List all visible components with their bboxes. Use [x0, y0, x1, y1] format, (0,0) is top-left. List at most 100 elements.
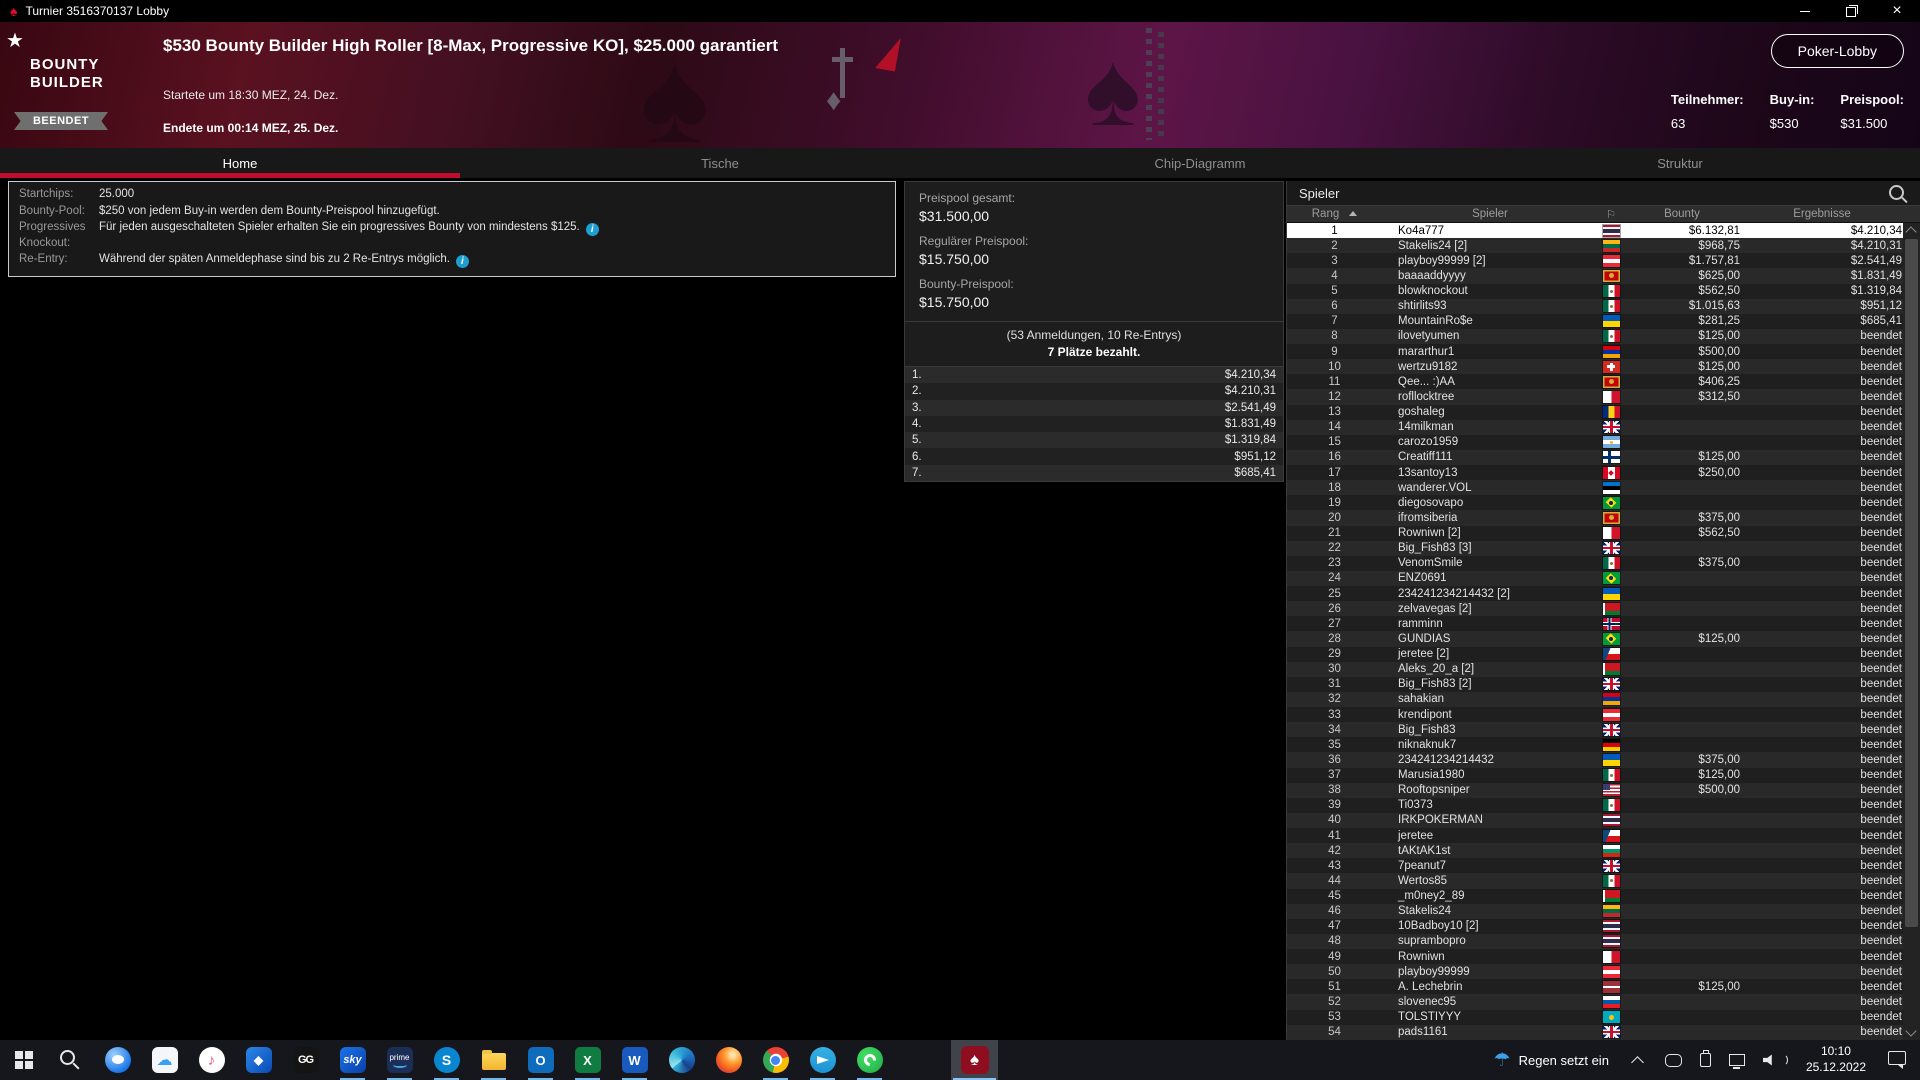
- player-row[interactable]: 20 ifromsiberia $375,00 beendet: [1287, 510, 1903, 526]
- player-row[interactable]: 32 sahakian beendet: [1287, 691, 1903, 707]
- icloud-taskbar-icon[interactable]: ☁: [141, 1040, 188, 1080]
- close-button[interactable]: ×: [1874, 0, 1920, 22]
- scrollbar-thumb[interactable]: [1905, 239, 1918, 927]
- search-icon[interactable]: [1889, 185, 1904, 200]
- column-results[interactable]: Ergebnisse: [1740, 208, 1904, 220]
- player-row[interactable]: 35 niknaknuk7 beendet: [1287, 737, 1903, 753]
- tab-tische[interactable]: Tische: [480, 148, 960, 178]
- tab-chip-diagramm[interactable]: Chip-Diagramm: [960, 148, 1440, 178]
- ggpoker-taskbar-icon[interactable]: GG: [282, 1040, 329, 1080]
- player-row[interactable]: 30 Aleks_20_a [2] beendet: [1287, 661, 1903, 677]
- player-row[interactable]: 34 Big_Fish83 beendet: [1287, 722, 1903, 738]
- file-explorer-taskbar-icon[interactable]: [470, 1040, 517, 1080]
- itunes-taskbar-icon[interactable]: ♪: [188, 1040, 235, 1080]
- skype-taskbar-icon[interactable]: S: [423, 1040, 470, 1080]
- player-row[interactable]: 52 slovenec95 beendet: [1287, 994, 1903, 1010]
- player-row[interactable]: 19 diegosovapo beendet: [1287, 495, 1903, 511]
- player-row[interactable]: 10 wertzu9182 $125,00 beendet: [1287, 359, 1903, 375]
- notification-center-icon[interactable]: [1888, 1051, 1906, 1069]
- minimize-button[interactable]: [1782, 0, 1828, 22]
- tray-app-icon[interactable]: [1664, 1053, 1682, 1067]
- players-table-header[interactable]: Rang Spieler ⚐ Bounty Ergebnisse: [1287, 205, 1920, 223]
- info-icon[interactable]: i: [455, 255, 469, 268]
- weather-text[interactable]: Regen setzt ein: [1519, 1053, 1609, 1068]
- player-row[interactable]: 22 Big_Fish83 [3] beendet: [1287, 540, 1903, 556]
- scroll-down-icon[interactable]: [1905, 1025, 1917, 1037]
- telegram-taskbar-icon[interactable]: [799, 1040, 846, 1080]
- player-row[interactable]: 5 blowknockout $562,50 $1.319,84: [1287, 283, 1903, 299]
- player-row[interactable]: 47 10Badboy10 [2] beendet: [1287, 918, 1903, 934]
- player-row[interactable]: 8 ilovetyumen $125,00 beendet: [1287, 328, 1903, 344]
- player-row[interactable]: 50 playboy99999 beendet: [1287, 964, 1903, 980]
- chrome-taskbar-icon[interactable]: [752, 1040, 799, 1080]
- volume-icon[interactable]: [1762, 1054, 1772, 1066]
- player-row[interactable]: 2 Stakelis24 [2] $968,75 $4.210,31: [1287, 238, 1903, 254]
- player-row[interactable]: 11 Qee... :)AA $406,25 beendet: [1287, 374, 1903, 390]
- search-taskbar-icon[interactable]: [47, 1040, 94, 1080]
- excel-taskbar-icon[interactable]: X: [564, 1040, 611, 1080]
- whatsapp-taskbar-icon[interactable]: [846, 1040, 893, 1080]
- player-row[interactable]: 4 baaaaddyyyy $625,00 $1.831,49: [1287, 268, 1903, 284]
- column-player[interactable]: Spieler: [1382, 208, 1598, 220]
- player-row[interactable]: 23 VenomSmile $375,00 beendet: [1287, 555, 1903, 571]
- player-row[interactable]: 28 GUNDIAS $125,00 beendet: [1287, 631, 1903, 647]
- player-row[interactable]: 40 IRKPOKERMAN beendet: [1287, 812, 1903, 828]
- pokerstars-taskbar-icon[interactable]: ♠: [951, 1040, 998, 1080]
- player-row[interactable]: 46 Stakelis24 beendet: [1287, 903, 1903, 919]
- column-bounty[interactable]: Bounty: [1624, 208, 1740, 220]
- player-row[interactable]: 45 _m0ney2_89 beendet: [1287, 888, 1903, 904]
- player-row[interactable]: 6 shtirlits93 $1.015,63 $951,12: [1287, 298, 1903, 314]
- player-row[interactable]: 15 carozo1959 beendet: [1287, 434, 1903, 450]
- player-row[interactable]: 33 krendipont beendet: [1287, 707, 1903, 723]
- restore-button[interactable]: [1828, 0, 1874, 22]
- player-row[interactable]: 36 234241234214432 $375,00 beendet: [1287, 752, 1903, 768]
- player-row[interactable]: 53 TOLSTIYYY beendet: [1287, 1009, 1903, 1025]
- messages-taskbar-icon[interactable]: [94, 1040, 141, 1080]
- player-row[interactable]: 3 playboy99999 [2] $1.757,81 $2.541,49: [1287, 253, 1903, 269]
- clock[interactable]: 10:10 25.12.2022: [1806, 1044, 1866, 1075]
- player-row[interactable]: 49 Rowniwn beendet: [1287, 949, 1903, 965]
- favorite-star-icon[interactable]: ★: [6, 28, 24, 53]
- outlook-taskbar-icon[interactable]: O: [517, 1040, 564, 1080]
- player-row[interactable]: 18 wanderer.VOL beendet: [1287, 480, 1903, 496]
- player-row[interactable]: 38 Rooftopsniper $500,00 beendet: [1287, 782, 1903, 798]
- column-rank[interactable]: Rang: [1287, 208, 1382, 220]
- player-row[interactable]: 7 MountainRo$e $281,25 $685,41: [1287, 313, 1903, 329]
- player-row[interactable]: 44 Wertos85 beendet: [1287, 873, 1903, 889]
- poker-lobby-button[interactable]: Poker-Lobby: [1770, 34, 1904, 68]
- player-row[interactable]: 16 Creatiff111 $125,00 beendet: [1287, 449, 1903, 465]
- prime-video-taskbar-icon[interactable]: prime: [376, 1040, 423, 1080]
- usb-icon[interactable]: [1699, 1050, 1711, 1067]
- player-row[interactable]: 27 ramminn beendet: [1287, 616, 1903, 632]
- player-row[interactable]: 21 Rowniwn [2] $562,50 beendet: [1287, 525, 1903, 541]
- player-row[interactable]: 1 Ko4a777 $6.132,81 $4.210,34: [1287, 223, 1903, 239]
- player-row[interactable]: 12 rofllocktree $312,50 beendet: [1287, 389, 1903, 405]
- players-scrollbar[interactable]: [1903, 223, 1920, 1040]
- firefox-taskbar-icon[interactable]: [705, 1040, 752, 1080]
- flag-column-icon[interactable]: ⚐: [1598, 208, 1624, 221]
- sky-taskbar-icon[interactable]: sky: [329, 1040, 376, 1080]
- player-row[interactable]: 54 pads1161 beendet: [1287, 1024, 1903, 1040]
- player-row[interactable]: 48 suprambopro beendet: [1287, 933, 1903, 949]
- start-taskbar-icon[interactable]: [0, 1040, 47, 1080]
- player-row[interactable]: 41 jeretee beendet: [1287, 828, 1903, 844]
- weather-umbrella-icon[interactable]: ☂: [1494, 1049, 1511, 1072]
- player-row[interactable]: 31 Big_Fish83 [2] beendet: [1287, 676, 1903, 692]
- player-row[interactable]: 26 zelvavegas [2] beendet: [1287, 601, 1903, 617]
- scroll-up-icon[interactable]: [1905, 226, 1917, 238]
- word-taskbar-icon[interactable]: W: [611, 1040, 658, 1080]
- player-row[interactable]: 24 ENZ0691 beendet: [1287, 570, 1903, 586]
- player-row[interactable]: 13 goshaleg beendet: [1287, 404, 1903, 420]
- player-row[interactable]: 43 7peanut7 beendet: [1287, 858, 1903, 874]
- player-row[interactable]: 29 jeretee [2] beendet: [1287, 646, 1903, 662]
- edge-taskbar-icon[interactable]: [658, 1040, 705, 1080]
- player-row[interactable]: 42 tAKtAK1st beendet: [1287, 843, 1903, 859]
- tray-expand-icon[interactable]: [1631, 1055, 1644, 1069]
- network-icon[interactable]: [1728, 1054, 1745, 1069]
- tab-struktur[interactable]: Struktur: [1440, 148, 1920, 178]
- player-row[interactable]: 14 14milkman beendet: [1287, 419, 1903, 435]
- player-row[interactable]: 39 Ti0373 beendet: [1287, 797, 1903, 813]
- player-row[interactable]: 9 mararthur1 $500,00 beendet: [1287, 344, 1903, 360]
- player-row[interactable]: 51 A. Lechebrin $125,00 beendet: [1287, 979, 1903, 995]
- info-icon[interactable]: i: [585, 223, 599, 236]
